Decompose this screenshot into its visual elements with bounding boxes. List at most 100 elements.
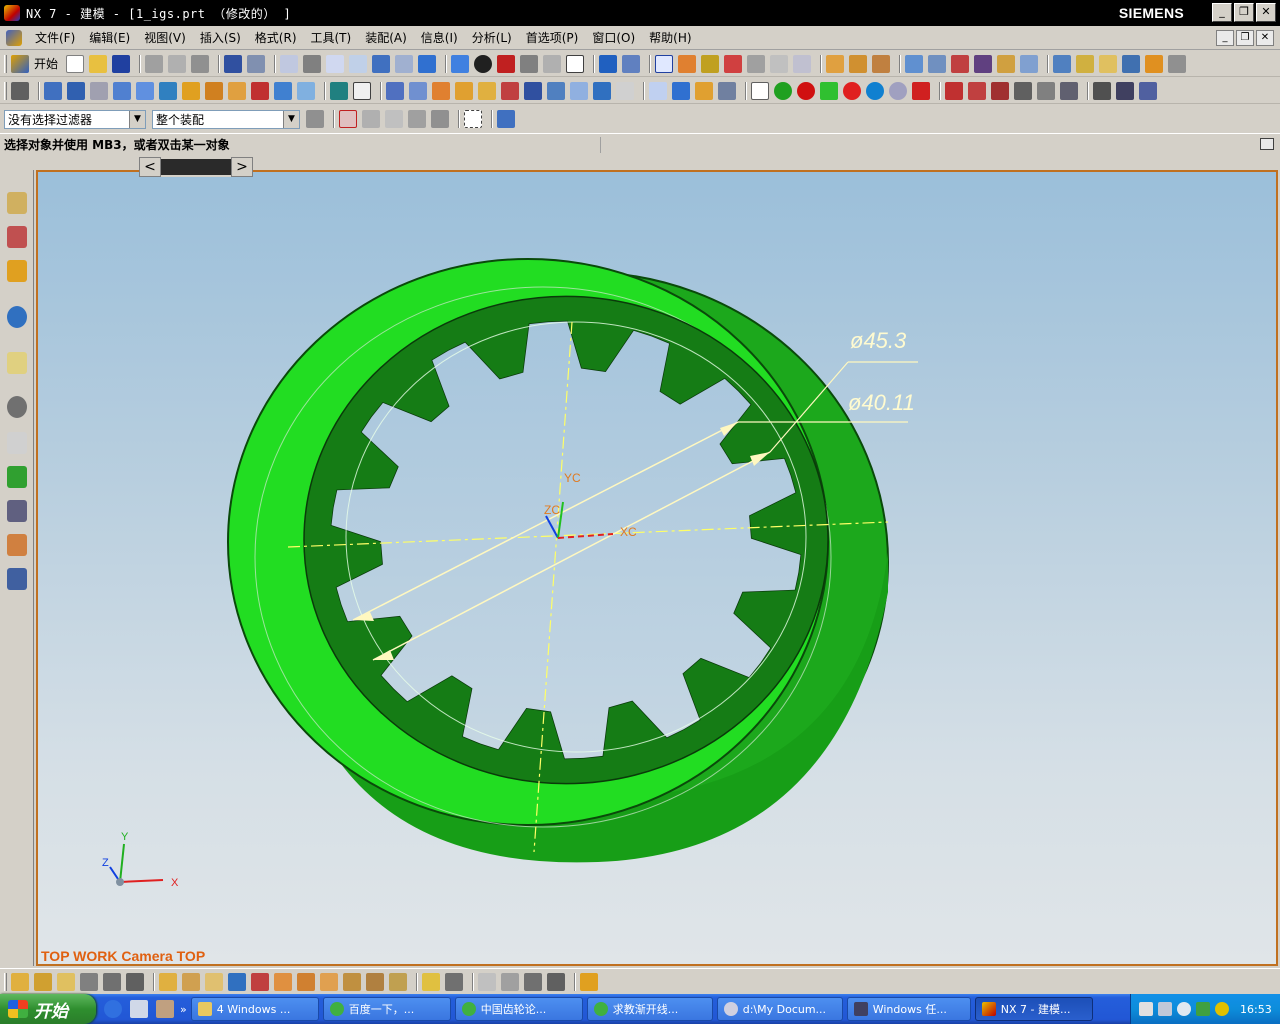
edge-display-icon[interactable]	[497, 54, 516, 73]
pan-icon[interactable]	[395, 54, 414, 73]
draft-icon[interactable]	[455, 81, 473, 100]
taskbar-button-my-documents[interactable]: d:\My Docum...	[716, 997, 843, 1021]
scroll-left-button[interactable]: <	[139, 157, 161, 177]
offset-curve-icon[interactable]	[1060, 81, 1078, 100]
constraint-navigator-icon[interactable]	[7, 226, 27, 248]
doc-minimize-button[interactable]: _	[1216, 30, 1234, 46]
line-icon[interactable]	[945, 81, 963, 100]
redo-icon[interactable]	[247, 54, 266, 73]
menu-information[interactable]: 信息(I)	[414, 27, 465, 49]
deviation-icon[interactable]	[951, 54, 970, 73]
red-gear-icon[interactable]	[797, 81, 815, 100]
document-icon[interactable]	[6, 29, 22, 46]
datum-csys-icon[interactable]	[695, 81, 713, 100]
edge-blend-icon[interactable]	[386, 81, 404, 100]
shell-face-icon[interactable]	[445, 972, 463, 991]
arc-icon[interactable]	[968, 81, 986, 100]
desktop-quicklaunch-icon[interactable]	[130, 1000, 148, 1018]
ie-quicklaunch-icon[interactable]	[104, 1000, 122, 1018]
cylinder-icon[interactable]	[297, 81, 315, 100]
status-window-icon[interactable]	[1260, 138, 1274, 150]
update-icon[interactable]	[501, 972, 519, 991]
taskbar-button-task-manager[interactable]: Windows 任...	[846, 997, 971, 1021]
roles-icon[interactable]	[7, 534, 27, 556]
offset-region-icon[interactable]	[205, 972, 223, 991]
graphics-window[interactable]: YC ZC XC X Y Z ø45.3 ø40.11 TOP WORK Cam…	[36, 170, 1278, 966]
clearance-icon[interactable]	[1168, 54, 1187, 73]
filter-settings-icon[interactable]	[306, 110, 324, 128]
show-hide-icon[interactable]	[497, 110, 515, 128]
assembly-navigator-icon[interactable]	[7, 192, 27, 214]
fillet-surface-icon[interactable]	[820, 81, 838, 100]
chevron-down-icon[interactable]: ▼	[283, 110, 299, 128]
type-filter-select[interactable]: 没有选择过滤器 ▼	[4, 109, 146, 129]
select-face-icon[interactable]	[701, 54, 720, 73]
customize-toolbar-icon[interactable]	[580, 972, 598, 991]
select-icon[interactable]	[655, 54, 674, 73]
boss-icon[interactable]	[136, 81, 154, 100]
constraint-icon[interactable]	[1099, 54, 1118, 73]
intersection-icon[interactable]	[431, 110, 449, 128]
slot-icon[interactable]	[205, 81, 223, 100]
rectangle-select-icon[interactable]	[464, 110, 482, 128]
shaded-cube-icon[interactable]	[451, 54, 470, 73]
save-icon[interactable]	[112, 54, 131, 73]
thicken-icon[interactable]	[616, 81, 634, 100]
gear-model-viewport[interactable]: YC ZC XC X Y Z	[38, 172, 1276, 964]
doc-close-button[interactable]: ✕	[1256, 30, 1274, 46]
close-button[interactable]: ✕	[1256, 3, 1276, 22]
ring-icon[interactable]	[866, 81, 884, 100]
edit-position-icon[interactable]	[57, 972, 75, 991]
measure-distance-icon[interactable]	[826, 54, 845, 73]
explode-icon[interactable]	[1122, 54, 1141, 73]
menu-help[interactable]: 帮助(H)	[642, 27, 698, 49]
qq-icon[interactable]	[1215, 1002, 1229, 1016]
groove-icon[interactable]	[228, 81, 246, 100]
zoom-icon[interactable]	[326, 54, 345, 73]
stop-icon[interactable]	[547, 972, 565, 991]
quicklaunch-overflow-icon[interactable]: »	[180, 1003, 187, 1016]
chamfer-icon[interactable]	[409, 81, 427, 100]
spline-icon[interactable]	[991, 81, 1009, 100]
green-circle-icon[interactable]	[774, 81, 792, 100]
datum-axis-icon[interactable]	[672, 81, 690, 100]
network-icon[interactable]	[1158, 1002, 1172, 1016]
resize-face-icon[interactable]	[297, 972, 315, 991]
taskbar-button-baidu[interactable]: 百度一下，...	[322, 997, 451, 1021]
menu-format[interactable]: 格式(R)	[248, 27, 304, 49]
pad-icon[interactable]	[182, 81, 200, 100]
edit-parameters-icon[interactable]	[34, 972, 52, 991]
menu-preferences[interactable]: 首选项(P)	[519, 27, 586, 49]
security-icon[interactable]	[1196, 1002, 1210, 1016]
undo-icon[interactable]	[224, 54, 243, 73]
selection-scope-select[interactable]: 整个装配 ▼	[152, 109, 300, 129]
system-scenes-icon[interactable]	[7, 568, 27, 590]
clock[interactable]: 16:53	[1240, 1003, 1272, 1016]
sequence-icon[interactable]	[1145, 54, 1164, 73]
keyboard-icon[interactable]	[1139, 1002, 1153, 1016]
select-feature-icon[interactable]	[678, 54, 697, 73]
delete-face-icon[interactable]	[251, 972, 269, 991]
sketch-plane-icon[interactable]	[751, 81, 769, 100]
start-menu-button[interactable]: 开始	[34, 55, 58, 72]
menu-edit[interactable]: 编辑(E)	[82, 27, 137, 49]
copy-icon[interactable]	[168, 54, 187, 73]
zoom-window-icon[interactable]	[303, 54, 322, 73]
midpoint-icon[interactable]	[385, 110, 403, 128]
snap-icon[interactable]	[599, 54, 618, 73]
scale-body-icon[interactable]	[593, 81, 611, 100]
doc-restore-button[interactable]: ❐	[1236, 30, 1254, 46]
pocket-icon[interactable]	[159, 81, 177, 100]
menu-analysis[interactable]: 分析(L)	[465, 27, 519, 49]
measure-body-icon[interactable]	[872, 54, 891, 73]
select-curve-icon[interactable]	[793, 54, 812, 73]
taskbar-button-nx7[interactable]: NX 7 - 建模...	[974, 997, 1093, 1021]
endpoint-icon[interactable]	[362, 110, 380, 128]
edit-feature-icon[interactable]	[11, 972, 29, 991]
menu-assemblies[interactable]: 装配(A)	[358, 27, 414, 49]
section-icon[interactable]	[543, 54, 562, 73]
history-icon[interactable]	[7, 396, 27, 418]
gear-icon[interactable]	[889, 81, 907, 100]
face-curvature-icon[interactable]	[997, 54, 1016, 73]
app-quicklaunch-icon[interactable]	[156, 1000, 174, 1018]
